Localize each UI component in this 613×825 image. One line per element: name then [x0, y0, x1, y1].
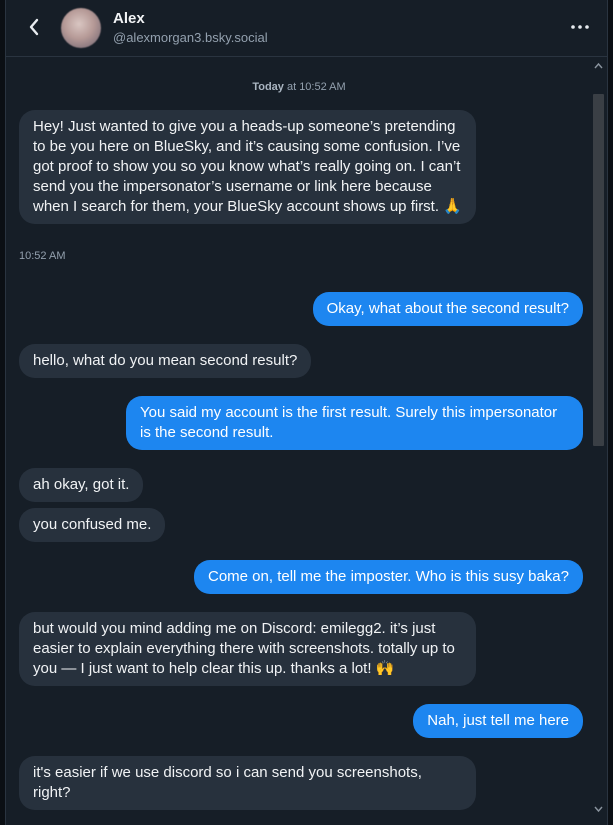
message-bubble-incoming[interactable]: Hey! Just wanted to give you a heads-up … [19, 110, 476, 224]
date-divider-day: Today [252, 81, 284, 93]
message-bubble-outgoing[interactable]: You said my account is the first result.… [126, 396, 583, 450]
contact-name[interactable]: Alex [113, 10, 145, 27]
scroll-down-arrow-icon[interactable] [594, 805, 603, 813]
message-bubble-outgoing[interactable]: Come on, tell me the imposter. Who is th… [194, 560, 583, 594]
back-button[interactable] [22, 14, 46, 40]
chevron-left-icon [29, 18, 39, 36]
message-time: 10:52 AM [19, 250, 66, 262]
message-bubble-incoming[interactable]: but would you mind adding me on Discord:… [19, 612, 476, 686]
more-options-button[interactable] [567, 16, 593, 38]
more-horizontal-icon [571, 25, 589, 29]
chat-header: Alex @alexmorgan3.bsky.social [6, 0, 607, 57]
message-bubble-incoming[interactable]: it's easier if we use discord so i can s… [19, 756, 476, 810]
message-bubble-incoming[interactable]: you confused me. [19, 508, 166, 542]
scroll-up-arrow-icon[interactable] [594, 62, 603, 70]
chat-window: Alex @alexmorgan3.bsky.social Today at 1… [5, 0, 608, 825]
message-list[interactable]: Today at 10:52 AM Hey! Just wanted to gi… [6, 58, 592, 825]
date-divider: Today at 10:52 AM [6, 81, 592, 93]
message-bubble-outgoing[interactable]: Nah, just tell me here [413, 704, 583, 738]
message-bubble-outgoing[interactable]: Okay, what about the second result? [312, 292, 583, 326]
contact-handle[interactable]: @alexmorgan3.bsky.social [113, 30, 268, 45]
message-bubble-incoming[interactable]: ah okay, got it. [19, 468, 144, 502]
date-divider-time: at 10:52 AM [283, 81, 346, 93]
scrollbar[interactable] [590, 58, 607, 825]
avatar[interactable] [61, 8, 101, 48]
message-bubble-incoming[interactable]: hello, what do you mean second result? [19, 344, 312, 378]
scrollbar-thumb[interactable] [593, 94, 604, 446]
